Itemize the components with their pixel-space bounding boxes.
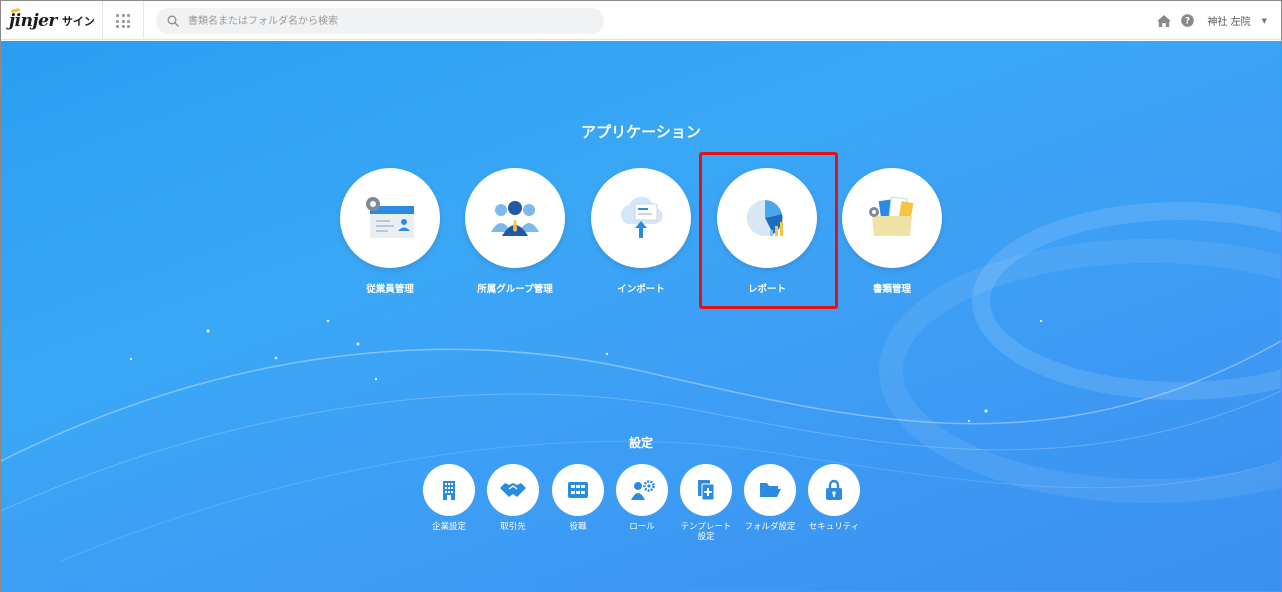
help-icon[interactable]: ? — [1181, 14, 1195, 27]
setting-label: ロール — [629, 522, 655, 532]
role-gear-icon — [631, 480, 655, 500]
setting-icon-circle — [616, 464, 668, 516]
top-header: jinjer サイン ? 神社 左院 ▼ — [1, 1, 1281, 40]
setting-icon-circle — [808, 464, 860, 516]
lock-icon — [826, 479, 842, 500]
app-label: インポート — [617, 284, 665, 295]
setting-label: 取引先 — [500, 522, 526, 532]
header-divider — [143, 1, 144, 40]
app-import[interactable]: インポート — [591, 168, 691, 295]
org-chart-icon — [568, 482, 588, 498]
jinjer-logo[interactable]: jinjer サイン — [9, 10, 95, 32]
setting-icon-circle — [744, 464, 796, 516]
setting-security[interactable]: セキュリティ — [802, 464, 866, 532]
app-document-management[interactable]: 書類管理 — [842, 168, 942, 295]
search-icon — [167, 15, 179, 27]
logo-text: jinjer — [9, 11, 57, 31]
app-report[interactable]: レポート — [717, 168, 817, 295]
pie-chart-icon — [746, 199, 783, 236]
template-docs-icon — [698, 480, 715, 501]
app-icon-circle — [591, 168, 691, 268]
folder-open-icon — [760, 483, 781, 497]
search-bar — [156, 8, 604, 34]
main-dashboard: アプリケーション 従業員管理 所属グループ管理 インポート レポート 書類管理 … — [1, 41, 1281, 591]
apps-grid-icon[interactable] — [116, 14, 130, 28]
setting-icon-circle — [423, 464, 475, 516]
setting-icon-circle — [680, 464, 732, 516]
cloud-upload-icon — [620, 196, 663, 238]
group-people-icon — [491, 201, 539, 236]
app-label: 従業員管理 — [366, 284, 414, 295]
settings-title: 設定 — [628, 436, 653, 450]
setting-partner[interactable]: 取引先 — [481, 464, 545, 532]
document-folder-icon — [869, 196, 914, 236]
app-group-management[interactable]: 所属グループ管理 — [465, 168, 565, 295]
app-icon-circle — [717, 168, 817, 268]
setting-icon-circle — [552, 464, 604, 516]
user-menu[interactable]: 神社 左院 — [1207, 13, 1250, 28]
setting-template[interactable]: テンプレート設定 — [674, 464, 738, 542]
app-label: レポート — [747, 284, 786, 295]
building-icon — [443, 481, 455, 500]
setting-label: セキュリティ — [808, 522, 860, 532]
svg-text:?: ? — [1185, 17, 1190, 27]
app-icon-circle — [340, 168, 440, 268]
app-icon-circle — [842, 168, 942, 268]
setting-role[interactable]: ロール — [610, 464, 674, 532]
app-icon-circle — [465, 168, 565, 268]
setting-company[interactable]: 企業設定 — [417, 464, 481, 532]
setting-label: 企業設定 — [431, 522, 466, 532]
search-input[interactable] — [188, 8, 588, 34]
setting-position[interactable]: 役職 — [546, 464, 610, 532]
header-divider — [102, 1, 103, 40]
logo-subtitle: サイン — [61, 15, 95, 28]
setting-icon-circle — [487, 464, 539, 516]
setting-label: テンプレート設定 — [680, 522, 732, 542]
setting-folder[interactable]: フォルダ設定 — [738, 464, 802, 532]
header-right: ? 神社 左院 ▼ — [1156, 1, 1267, 40]
app-label: 書類管理 — [872, 284, 911, 295]
app-employee-management[interactable]: 従業員管理 — [340, 168, 440, 295]
app-label: 所属グループ管理 — [477, 284, 553, 295]
caret-down-icon[interactable]: ▼ — [1262, 17, 1267, 25]
applications-title: アプリケーション — [581, 123, 701, 141]
setting-label: フォルダ設定 — [744, 522, 796, 532]
handshake-icon — [500, 483, 526, 497]
setting-label: 役職 — [569, 522, 587, 532]
home-icon[interactable] — [1156, 14, 1172, 28]
employee-card-icon — [366, 197, 414, 238]
